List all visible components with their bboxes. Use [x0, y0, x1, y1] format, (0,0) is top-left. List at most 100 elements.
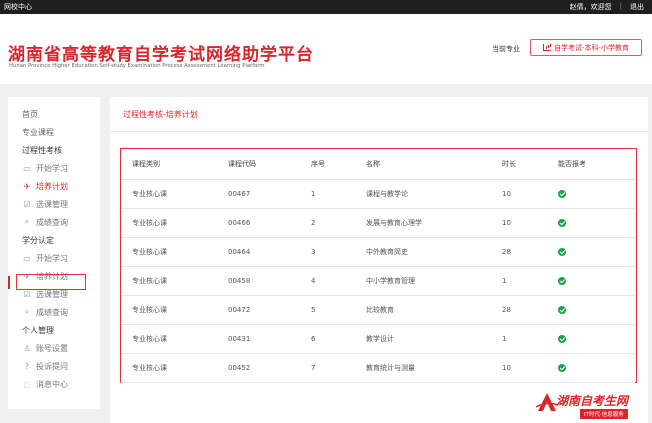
cell-category: 专业核心课	[132, 277, 167, 285]
cell-code: 00452	[228, 364, 251, 372]
cell-eligible	[558, 296, 566, 324]
school-center-link[interactable]: 网校中心	[4, 2, 32, 12]
cell-code: 00466	[228, 219, 251, 227]
major-button-label: 自学考试-本科-小学教育	[553, 43, 630, 52]
sidebar-item[interactable]: ♙ 账号设置	[8, 339, 100, 357]
cell-category: 专业核心课	[132, 335, 167, 343]
cell-name: 教学设计	[366, 335, 394, 343]
table-row[interactable]: 专业核心课 00467 1 课程与教学论 10	[121, 180, 635, 209]
header-code: 课程代码	[228, 160, 256, 168]
table-row[interactable]: 专业核心课 00472 5 比较教育 28	[121, 296, 635, 325]
cell-name: 发展与教育心理学	[366, 219, 422, 227]
sidebar-item-label: 学分认定	[22, 235, 54, 245]
check-circle-icon	[558, 248, 566, 256]
cell-category: 专业核心课	[132, 248, 167, 256]
sidebar-item-label: 账号设置	[36, 343, 68, 353]
table-row[interactable]: 专业核心课 00431 6 教学设计 1	[121, 325, 635, 354]
check-circle-icon	[558, 335, 566, 343]
sidebar-item-label: 成绩查询	[36, 217, 68, 227]
cell-seq: 6	[311, 335, 316, 343]
chat-icon: ◌	[23, 379, 31, 389]
check-circle-icon	[558, 219, 566, 227]
site-subtitle: Hunan Province Higher Education Self-stu…	[9, 63, 265, 69]
cell-hours: 28	[502, 248, 511, 256]
sidebar-item[interactable]: ▭ 开始学习	[8, 159, 100, 177]
user-icon: ♙	[23, 343, 31, 353]
cell-seq: 1	[311, 190, 316, 198]
sidebar-item-label: 个人管理	[22, 325, 54, 335]
sidebar-item[interactable]: 个人管理	[8, 321, 100, 339]
sidebar-item[interactable]: 专业课程	[8, 123, 100, 141]
header-name: 名称	[366, 160, 380, 168]
sidebar-item-label: 开始学习	[36, 253, 68, 263]
monitor-icon: ▭	[23, 163, 31, 173]
sidebar-item[interactable]: ☑ 选课管理	[8, 195, 100, 213]
header-eligible: 能否报考	[558, 160, 586, 168]
checkbox-icon: ☑	[23, 289, 31, 299]
cell-eligible	[558, 354, 566, 382]
sidebar-item[interactable]: 过程性考核	[8, 141, 100, 159]
watermark-sub: IT时代·信息服务	[580, 409, 628, 419]
watermark-logo-icon	[536, 393, 558, 411]
current-major-label: 当前专业	[492, 45, 520, 53]
cell-name: 中外教育简史	[366, 248, 408, 256]
sidebar-item-label: 培养计划	[36, 181, 68, 191]
welcome-user: 赵倩，欢迎您	[569, 3, 612, 11]
cell-seq: 4	[311, 277, 316, 285]
sidebar-item[interactable]: ? 投诉提问	[8, 357, 100, 375]
header-hours: 时长	[502, 160, 516, 168]
active-indicator	[8, 276, 10, 289]
divider: |	[619, 2, 622, 10]
cell-seq: 2	[311, 219, 316, 227]
sidebar-item-label: 选课管理	[36, 199, 68, 209]
cell-category: 专业核心课	[132, 219, 167, 227]
cell-eligible	[558, 209, 566, 237]
cell-hours: 28	[502, 306, 511, 314]
cell-hours: 1	[502, 277, 507, 285]
main-panel: 过程性考核-培养计划 课程类别 课程代码 序号 名称 时长 能否报考 专业核心课…	[110, 97, 648, 423]
sidebar-item-label: 首页	[22, 109, 38, 119]
table-header: 课程类别 课程代码 序号 名称 时长 能否报考	[121, 149, 635, 180]
sidebar-item[interactable]: ✈ 培养计划	[8, 177, 100, 195]
cell-category: 专业核心课	[132, 364, 167, 372]
training-plan-table: 课程类别 课程代码 序号 名称 时长 能否报考 专业核心课 00467 1 课程与教学…	[120, 148, 637, 383]
cell-name: 中小学教育管理	[366, 277, 415, 285]
sidebar-item[interactable]: 首页	[8, 105, 100, 123]
chart-icon	[542, 44, 551, 51]
sidebar-item-label: 消息中心	[36, 379, 68, 389]
major-select-button[interactable]: 自学考试-本科-小学教育	[530, 39, 642, 56]
sidebar-nav: 首页 专业课程 过程性考核 ▭ 开始学习 ✈ 培养计划 ☑ 选课管理 ⌕ 成绩查询 学分认定 ▭ 开始学习…	[8, 105, 100, 393]
sidebar-item[interactable]: ▭ 开始学习	[8, 249, 100, 267]
table-row[interactable]: 专业核心课 00458 4 中小学教育管理 1	[121, 267, 635, 296]
logout-link[interactable]: 退出	[630, 2, 644, 12]
cell-seq: 7	[311, 364, 316, 372]
question-icon: ?	[24, 361, 30, 371]
check-circle-icon	[558, 364, 566, 372]
sidebar-item[interactable]: ⌕ 成绩查询	[8, 213, 100, 231]
cell-category: 专业核心课	[132, 306, 167, 314]
sidebar-item-label: 成绩查询	[36, 307, 68, 317]
site-title: 湖南省高等教育自学考试网络助学平台	[8, 45, 314, 65]
sidebar-item-label: 选课管理	[36, 289, 68, 299]
sidebar-item[interactable]: ◌ 消息中心	[8, 375, 100, 393]
watermark: 湖南自考生网 IT时代·信息服务	[528, 389, 652, 423]
cell-name: 课程与教学论	[366, 190, 408, 198]
breadcrumb[interactable]: 过程性考核-培养计划	[123, 109, 198, 120]
table-row[interactable]: 专业核心课 00452 7 教育统计与测量 10	[121, 354, 635, 383]
cell-eligible	[558, 267, 566, 295]
sidebar-item-label: 专业课程	[22, 127, 54, 137]
cell-hours: 10	[502, 219, 511, 227]
table-row[interactable]: 专业核心课 00466 2 发展与教育心理学 10	[121, 209, 635, 238]
cell-seq: 3	[311, 248, 316, 256]
cell-eligible	[558, 180, 566, 208]
sidebar-item[interactable]: ⌕ 成绩查询	[8, 303, 100, 321]
cell-code: 00431	[228, 335, 251, 343]
sidebar-item[interactable]: 学分认定	[8, 231, 100, 249]
rocket-icon: ✈	[23, 181, 31, 191]
cell-code: 00458	[228, 277, 251, 285]
table-row[interactable]: 专业核心课 00464 3 中外教育简史 28	[121, 238, 635, 267]
search-icon: ⌕	[24, 217, 30, 226]
divider	[110, 131, 648, 132]
monitor-icon: ▭	[23, 253, 31, 263]
sidebar: 首页 专业课程 过程性考核 ▭ 开始学习 ✈ 培养计划 ☑ 选课管理 ⌕ 成绩查询 学分认定 ▭ 开始学习…	[8, 97, 100, 409]
